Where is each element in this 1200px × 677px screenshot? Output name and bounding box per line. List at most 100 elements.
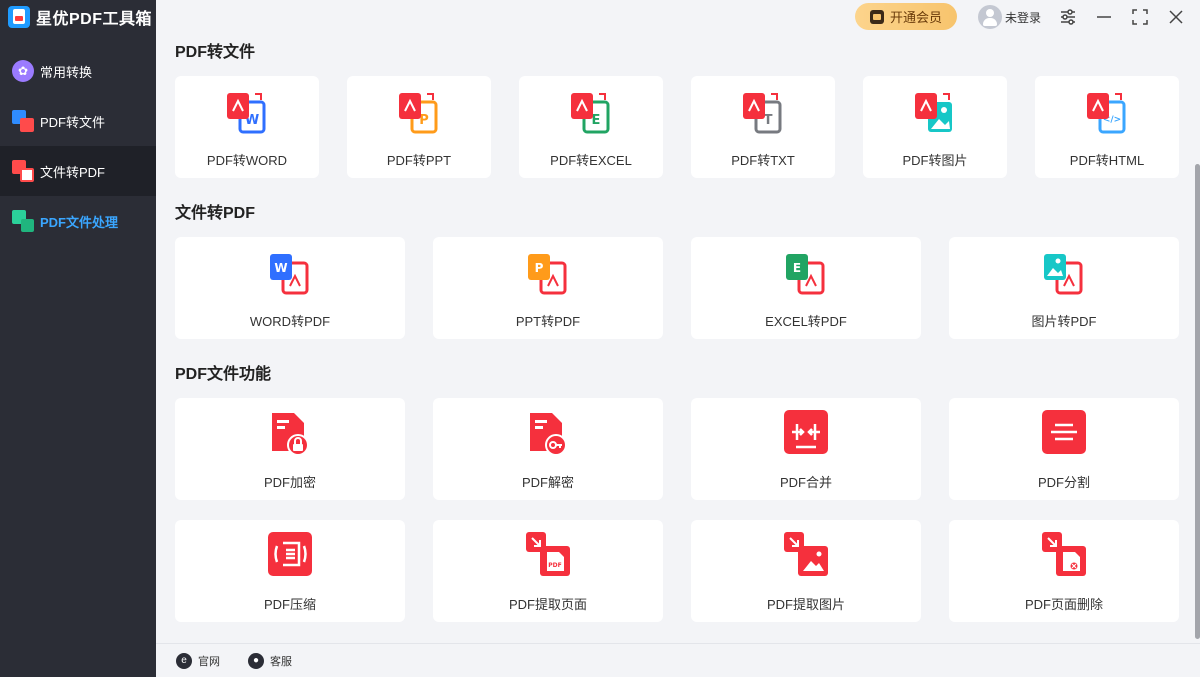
flower-icon (12, 60, 34, 82)
minimize-button[interactable] (1093, 6, 1115, 28)
card-label: PDF解密 (521, 475, 574, 490)
card-label: PDF转EXCEL (550, 153, 632, 168)
brand: 星优PDF工具箱 (0, 0, 156, 34)
close-icon (1169, 10, 1183, 24)
card-label: EXCEL转PDF (765, 314, 847, 329)
card-label: PDF加密 (263, 475, 316, 490)
svg-text:E: E (793, 261, 801, 275)
app-logo-icon (8, 6, 30, 28)
top-bar: 开通会员 未登录 (156, 0, 1200, 34)
pdf-to-ppt-icon: P (399, 93, 438, 134)
key-icon (530, 413, 567, 456)
lock-icon (272, 413, 309, 456)
sidebar-item-label: 文件转PDF (40, 164, 106, 180)
card-pdf-to-ppt[interactable]: P PDF转PPT (347, 76, 491, 178)
minimize-icon (1097, 16, 1111, 18)
card-label: 图片转PDF (1031, 314, 1097, 329)
card-label: PDF转TXT (731, 153, 795, 168)
sidebar: 星优PDF工具箱 常用转换 PDF转文件 文件转PDF PDF文件处理 (0, 0, 156, 677)
card-label: PDF转图片 (902, 153, 968, 168)
website-link[interactable]: e 官网 (176, 652, 220, 669)
pdf-to-txt-icon: T (743, 93, 782, 134)
main-content: PDF转文件 W PDF转WORD P PDF转PPT E PDF转EXCEL … (156, 34, 1194, 643)
merge-icon (784, 410, 828, 454)
sidebar-item-label: 常用转换 (40, 64, 93, 80)
sidebar-item-label: PDF文件处理 (40, 214, 119, 230)
card-label: PDF页面删除 (1024, 597, 1103, 612)
pdf-to-word-icon: W (227, 93, 266, 134)
card-pdf-decrypt[interactable]: PDF解密 (433, 398, 663, 500)
card-pdf-split[interactable]: PDF分割 (949, 398, 1179, 500)
pdf-to-file-icon (12, 110, 34, 132)
close-button[interactable] (1165, 6, 1187, 28)
card-label: WORD转PDF (249, 314, 331, 329)
pdf-to-html-icon: </> (1087, 93, 1126, 134)
card-pdf-encrypt[interactable]: PDF加密 (175, 398, 405, 500)
card-pdf-to-html[interactable]: </> PDF转HTML (1035, 76, 1179, 178)
vip-label: 开通会员 (889, 10, 942, 25)
card-excel-to-pdf[interactable]: E EXCEL转PDF (691, 237, 921, 339)
image-to-pdf-icon (1044, 254, 1083, 295)
compress-icon (268, 532, 312, 576)
login-label: 未登录 (1005, 10, 1042, 25)
card-pdf-to-excel[interactable]: E PDF转EXCEL (519, 76, 663, 178)
card-ppt-to-pdf[interactable]: P PPT转PDF (433, 237, 663, 339)
customer-service-link[interactable]: ● 客服 (248, 652, 292, 669)
card-word-to-pdf[interactable]: W WORD转PDF (175, 237, 405, 339)
extract-images-icon (784, 532, 828, 576)
svg-text:W: W (274, 261, 287, 275)
maximize-icon (1132, 9, 1148, 25)
card-label: PDF提取页面 (508, 597, 587, 612)
file-to-pdf-icon (12, 160, 34, 182)
card-pdf-to-txt[interactable]: T PDF转TXT (691, 76, 835, 178)
delete-pages-icon (1042, 532, 1086, 576)
excel-to-pdf-icon: E (786, 254, 825, 295)
login-button[interactable]: 未登录 (978, 5, 1041, 29)
card-label: PDF转WORD (206, 153, 288, 168)
maximize-button[interactable] (1129, 6, 1151, 28)
card-label: PDF压缩 (263, 597, 316, 612)
card-label: PDF提取图片 (766, 597, 845, 612)
section-title-file-to-pdf: 文件转PDF (175, 205, 256, 222)
extract-pages-icon: PDF (526, 532, 570, 576)
sidebar-item-pdf-process[interactable]: PDF文件处理 (0, 196, 156, 246)
scrollbar[interactable] (1194, 34, 1200, 643)
card-pdf-merge[interactable]: PDF合并 (691, 398, 921, 500)
card-pdf-to-image[interactable]: PDF转图片 (863, 76, 1007, 178)
footer: e 官网 ● 客服 (156, 643, 1200, 677)
sidebar-item-common[interactable]: 常用转换 (0, 46, 156, 96)
svg-text:PDF: PDF (548, 562, 561, 569)
ppt-to-pdf-icon: P (528, 254, 567, 295)
pdf-to-image-icon (915, 93, 952, 132)
card-pdf-compress[interactable]: PDF压缩 (175, 520, 405, 622)
section-title-pdf-functions: PDF文件功能 (175, 366, 272, 383)
sidebar-item-pdf-to-file[interactable]: PDF转文件 (0, 96, 156, 146)
sidebar-item-file-to-pdf[interactable]: 文件转PDF (0, 146, 156, 196)
split-icon (1042, 410, 1086, 454)
avatar-icon (978, 5, 1002, 29)
sliders-icon (1061, 9, 1075, 25)
word-to-pdf-icon: W (270, 254, 309, 295)
app-title: 星优PDF工具箱 (36, 11, 153, 28)
vip-button[interactable]: 开通会员 (855, 3, 957, 30)
browser-icon: e (176, 652, 192, 669)
svg-text:P: P (535, 261, 544, 275)
scrollbar-thumb[interactable] (1195, 164, 1200, 639)
card-pdf-delete-pages[interactable]: PDF页面删除 (949, 520, 1179, 622)
card-image-to-pdf[interactable]: 图片转PDF (949, 237, 1179, 339)
pdf-process-icon (12, 210, 34, 232)
pdf-to-excel-icon: E (571, 93, 610, 134)
settings-button[interactable] (1057, 6, 1079, 28)
website-label: 官网 (198, 655, 220, 668)
service-label: 客服 (270, 655, 292, 668)
card-pdf-extract-images[interactable]: PDF提取图片 (691, 520, 921, 622)
card-label: PDF分割 (1037, 475, 1090, 490)
card-pdf-extract-pages[interactable]: PDF PDF提取页面 (433, 520, 663, 622)
sidebar-nav: 常用转换 PDF转文件 文件转PDF PDF文件处理 (0, 46, 156, 246)
card-label: PDF转PPT (386, 153, 452, 168)
card-label: PDF合并 (779, 475, 832, 490)
card-label: PPT转PDF (515, 314, 581, 329)
card-pdf-to-word[interactable]: W PDF转WORD (175, 76, 319, 178)
chat-icon: ● (248, 652, 264, 669)
sidebar-item-label: PDF转文件 (40, 114, 106, 130)
